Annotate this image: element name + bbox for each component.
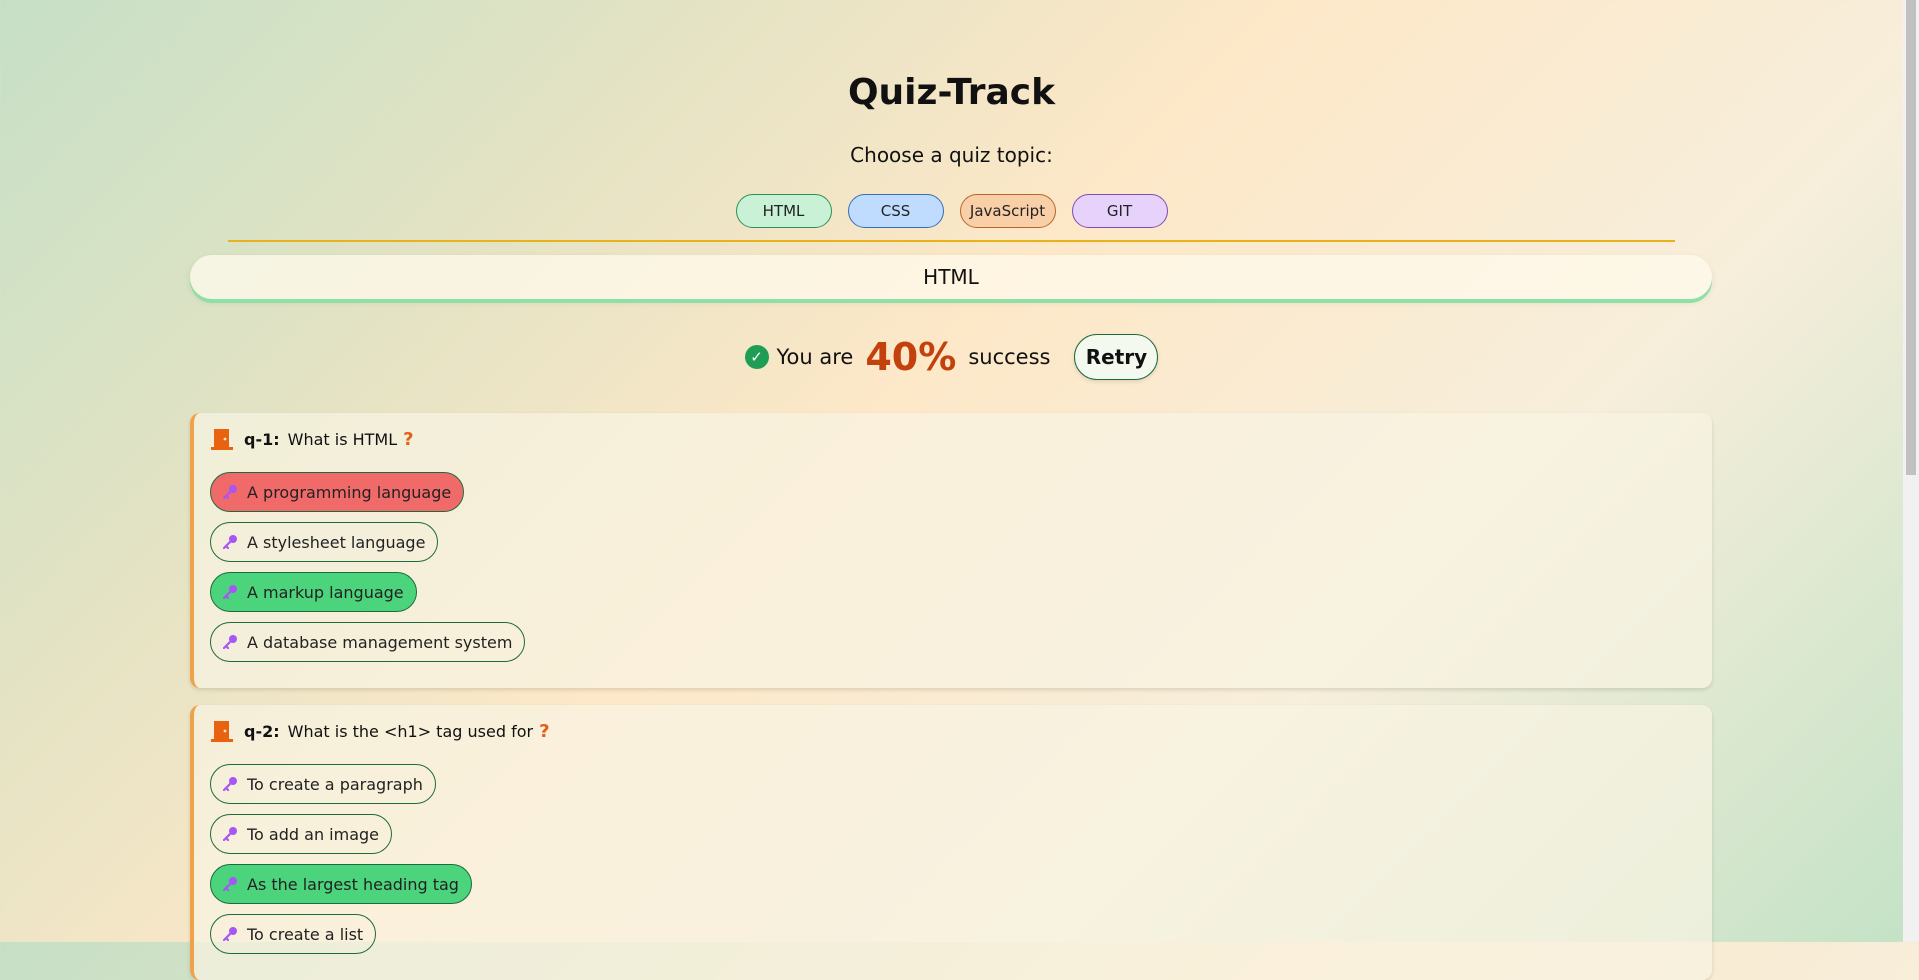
score-prefix: You are [776, 345, 854, 369]
answer-text: To create a paragraph [247, 774, 423, 794]
question-mark-icon: ? [539, 720, 550, 742]
answer-text: To create a list [247, 924, 364, 944]
key-icon [222, 635, 237, 650]
question-header: q-1: What is HTML ? [210, 427, 414, 451]
answer-option-correct[interactable]: A markup language [210, 572, 417, 612]
vertical-scrollbar[interactable] [1903, 0, 1919, 942]
door-icon [211, 429, 233, 450]
answer-option-wrong[interactable]: A programming language [210, 472, 465, 512]
scrollbar-thumb[interactable] [1906, 0, 1916, 475]
answer-text: As the largest heading tag [247, 874, 459, 894]
answer-options: A programming language A stylesheet lang… [210, 472, 526, 672]
answer-options: To create a paragraph To add an image As… [210, 764, 472, 964]
key-icon [222, 777, 237, 792]
key-icon [222, 535, 237, 550]
answer-text: A database management system [247, 632, 513, 652]
answer-text: A markup language [247, 582, 404, 602]
question-text: What is HTML [287, 429, 398, 449]
score-summary: ✓ You are 40% success Retry [0, 334, 1903, 380]
question-card: q-1: What is HTML ? A programming langua… [190, 413, 1712, 688]
topic-css-button[interactable]: CSS [847, 194, 944, 228]
key-icon [222, 927, 237, 942]
answer-option[interactable]: A stylesheet language [210, 522, 439, 562]
current-topic-banner: HTML [190, 255, 1712, 299]
answer-option[interactable]: To create a paragraph [210, 764, 436, 804]
key-icon [222, 485, 237, 500]
topic-git-button[interactable]: GIT [1071, 194, 1168, 228]
page-title: Quiz-Track [847, 72, 1056, 113]
current-topic-label: HTML [923, 265, 979, 289]
question-mark-icon: ? [403, 428, 414, 450]
divider [228, 240, 1675, 242]
key-icon [222, 585, 237, 600]
question-text: What is the <h1> tag used for [287, 721, 534, 741]
door-icon [211, 721, 233, 742]
topic-selector: HTML CSS JavaScript GIT [0, 194, 1903, 228]
retry-button[interactable]: Retry [1074, 334, 1159, 380]
answer-option[interactable]: To create a list [210, 914, 377, 954]
score-percent: 40% [865, 335, 957, 379]
question-header: q-2: What is the <h1> tag used for ? [210, 719, 550, 743]
topic-prompt: Choose a quiz topic: [850, 143, 1053, 167]
check-circle-icon: ✓ [744, 345, 769, 369]
key-icon [222, 877, 237, 892]
score-suffix: success [968, 345, 1051, 369]
answer-text: To add an image [247, 824, 379, 844]
question-card: q-2: What is the <h1> tag used for ? To … [190, 705, 1712, 980]
question-number: q-1: [244, 429, 280, 449]
answer-option[interactable]: A database management system [210, 622, 526, 662]
topic-html-button[interactable]: HTML [735, 194, 832, 228]
topic-javascript-button[interactable]: JavaScript [959, 194, 1056, 228]
answer-text: A stylesheet language [247, 532, 426, 552]
key-icon [222, 827, 237, 842]
answer-option-correct[interactable]: As the largest heading tag [210, 864, 472, 904]
answer-text: A programming language [247, 482, 452, 502]
answer-option[interactable]: To add an image [210, 814, 392, 854]
quiz-page: Quiz-Track Choose a quiz topic: HTML CSS… [0, 0, 1903, 980]
question-number: q-2: [244, 721, 280, 741]
